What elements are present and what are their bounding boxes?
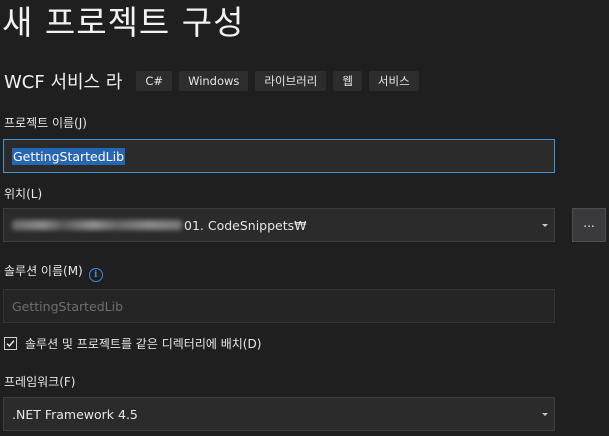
tag-csharp: C# [136,71,173,91]
tag-web: 웹 [333,71,362,91]
browse-button[interactable]: ... [572,208,606,242]
solution-name-input: GettingStartedLib [3,289,555,323]
tag-windows: Windows [179,71,249,91]
solution-name-label: 솔루션 이름(M) [4,264,83,278]
info-icon[interactable]: i [88,268,103,282]
same-directory-checkbox[interactable] [4,337,17,350]
location-combobox[interactable]: 01. CodeSnippets₩ [3,208,555,242]
page-title: 새 프로젝트 구성 [2,3,245,42]
solution-name-label-row: 솔루션 이름(M) i [4,262,103,282]
location-label: 위치(L) [4,187,43,201]
configure-project-page: 새 프로젝트 구성 WCF 서비스 라 C# Windows 라이브러리 웹 서… [0,0,609,436]
chevron-down-icon [542,413,548,416]
tag-library: 라이브러리 [255,71,327,91]
framework-value: .NET Framework 4.5 [12,406,138,422]
blurred-path-prefix [12,220,182,230]
checkmark-icon [6,340,15,348]
project-name-input[interactable]: GettingStartedLib [3,139,555,173]
template-header: WCF 서비스 라 C# Windows 라이브러리 웹 서비스 [4,66,426,96]
project-name-label: 프로젝트 이름(J) [4,116,87,130]
same-directory-option[interactable]: 솔루션 및 프로젝트를 같은 디렉터리에 배치(D) [4,335,261,352]
same-directory-label: 솔루션 및 프로젝트를 같은 디렉터리에 배치(D) [25,337,262,351]
chevron-down-icon [542,224,548,227]
project-name-value: GettingStartedLib [12,147,126,165]
tag-service: 서비스 [368,71,419,91]
framework-label: 프레임워크(F) [4,375,76,389]
framework-dropdown[interactable]: .NET Framework 4.5 [3,397,555,431]
template-name: WCF 서비스 라 [4,72,123,93]
solution-name-placeholder: GettingStartedLib [12,298,124,314]
location-value: 01. CodeSnippets₩ [184,217,307,233]
